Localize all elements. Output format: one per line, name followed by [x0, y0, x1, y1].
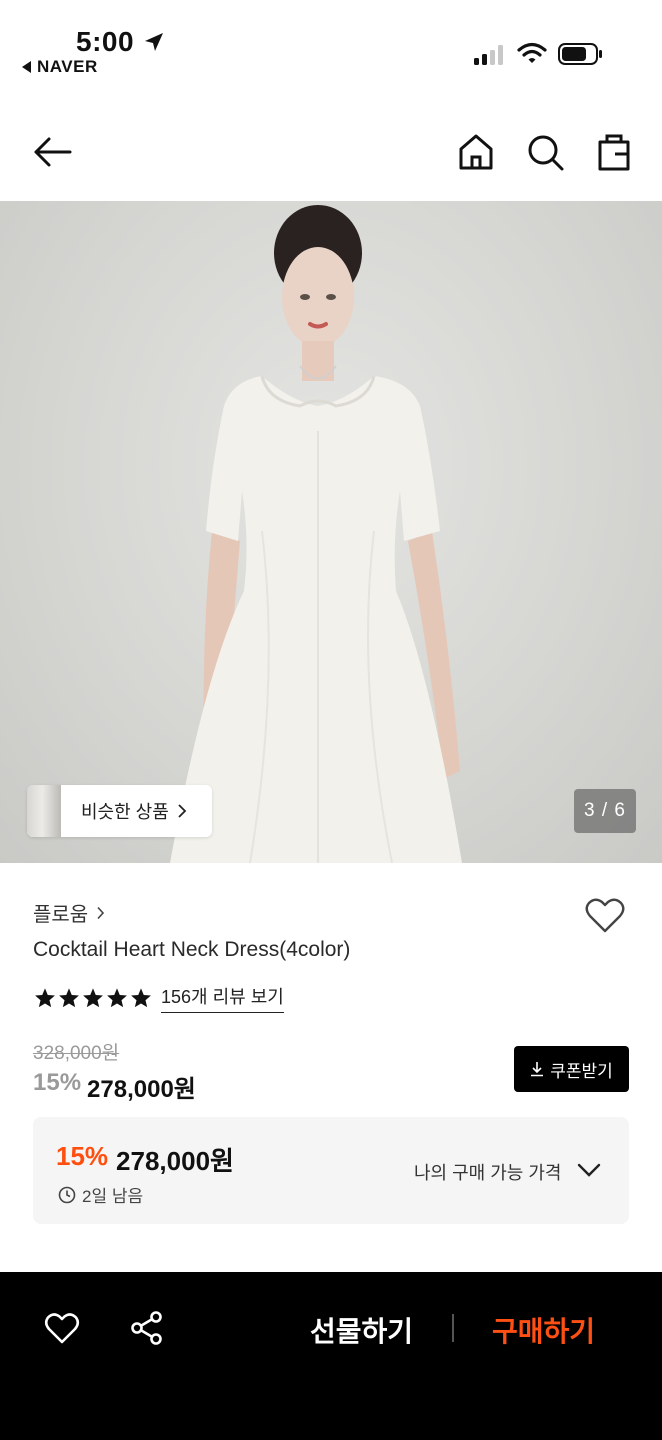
share-icon[interactable]: [129, 1310, 165, 1346]
back-triangle-icon: [22, 61, 31, 73]
image-counter: 3 / 6: [574, 789, 636, 833]
sale-price: 278,000원: [87, 1076, 196, 1103]
coupon-label: 쿠폰받기: [550, 1061, 613, 1081]
status-bar: 5:00 NAVER: [0, 0, 662, 95]
top-navigation: [0, 105, 662, 201]
back-arrow-icon[interactable]: [32, 132, 72, 172]
similar-products-thumbnail: [27, 785, 61, 837]
heart-icon[interactable]: [44, 1310, 80, 1346]
brand-name: 플로움: [33, 904, 89, 926]
rating-row: 156개 리뷰 보기: [34, 983, 284, 1013]
search-icon[interactable]: [525, 132, 565, 172]
remaining-days: 2일 남음: [82, 1187, 144, 1206]
clock-icon: [58, 1186, 76, 1203]
coupon-button[interactable]: 쿠폰받기: [514, 1046, 629, 1092]
rating-stars: [34, 987, 152, 1009]
chevron-right-icon: [97, 906, 105, 919]
buy-button[interactable]: 구매하기: [492, 1310, 595, 1350]
bottom-action-bar: 선물하기 구매하기: [0, 1272, 662, 1440]
star-icon: [107, 988, 127, 1008]
similar-products-label: 비슷한 상품: [81, 802, 169, 822]
purchasable-price-panel[interactable]: 15% 278,000원 2일 남음 나의 구매 가능 가격: [33, 1117, 629, 1224]
wishlist-heart-icon[interactable]: [584, 895, 626, 935]
download-icon: [531, 1062, 544, 1077]
star-icon: [83, 988, 103, 1008]
original-price: 328,000원: [33, 1043, 120, 1064]
cellular-signal-icon: [474, 43, 503, 65]
back-to-app-link[interactable]: NAVER: [22, 57, 98, 77]
chevron-down-icon[interactable]: [576, 1159, 602, 1181]
battery-icon: [558, 43, 602, 65]
status-time: 5:00: [76, 26, 135, 57]
divider: [452, 1314, 454, 1342]
back-app-label: NAVER: [37, 57, 98, 76]
dress-model-photo: [170, 205, 462, 863]
remaining-time: 2일 남음: [58, 1182, 143, 1207]
benefit-price-row: 15% 278,000원: [56, 1141, 234, 1178]
product-title: Cocktail Heart Neck Dress(4color): [33, 938, 351, 961]
gift-button[interactable]: 선물하기: [310, 1310, 413, 1350]
similar-products-button[interactable]: 비슷한 상품: [27, 785, 212, 837]
home-icon[interactable]: [456, 132, 496, 172]
available-price-label: 나의 구매 가능 가격: [414, 1163, 562, 1183]
sale-price-row: 15% 278,000원: [33, 1069, 196, 1104]
star-icon: [35, 988, 55, 1008]
discount-percent: 15%: [33, 1069, 82, 1096]
star-icon: [59, 988, 79, 1008]
review-link[interactable]: 156개 리뷰 보기: [161, 983, 284, 1013]
shopping-bag-icon[interactable]: [594, 132, 634, 172]
wifi-icon: [517, 42, 547, 63]
brand-link[interactable]: 플로움: [33, 898, 105, 927]
benefit-price: 278,000원: [116, 1146, 234, 1176]
product-image[interactable]: [0, 201, 662, 863]
star-icon: [131, 988, 151, 1008]
location-arrow-icon: [145, 33, 163, 51]
chevron-right-icon: [178, 804, 187, 818]
benefit-discount-percent: 15%: [56, 1141, 109, 1171]
